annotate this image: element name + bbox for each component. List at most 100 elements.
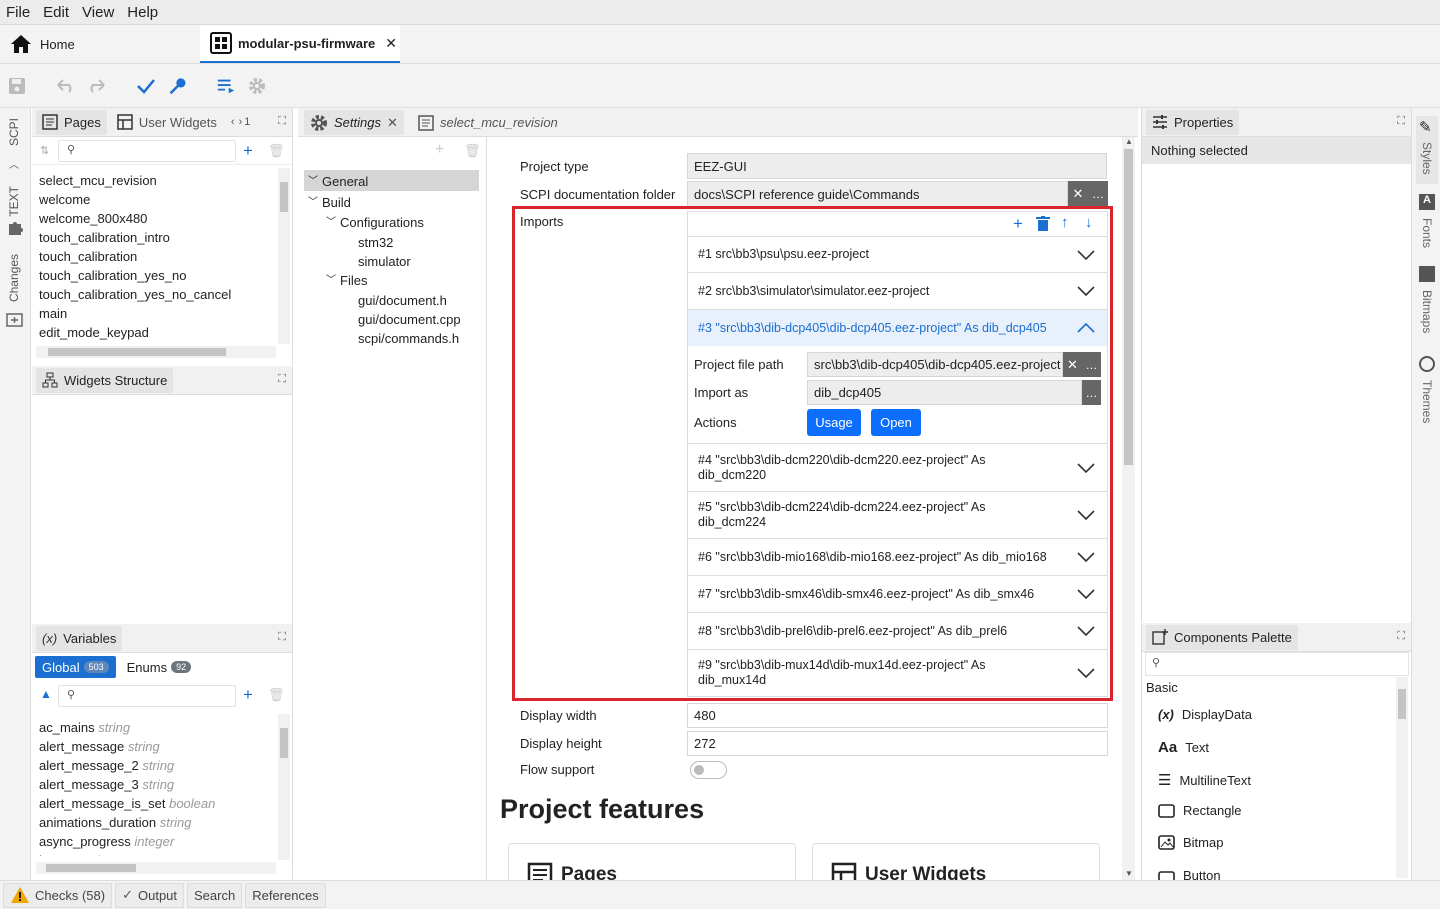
- changes-icon[interactable]: [6, 311, 26, 330]
- delete-icon[interactable]: 🗑: [268, 143, 285, 159]
- palette-item-bitmap[interactable]: Bitmap: [1158, 835, 1223, 850]
- usage-button[interactable]: Usage: [807, 409, 861, 436]
- vtab-scpi[interactable]: SCPI: [7, 118, 21, 146]
- tree-item-file[interactable]: gui/document.cpp: [358, 312, 461, 327]
- vtab-changes[interactable]: Changes: [7, 254, 21, 302]
- tab-output[interactable]: ✓ Output: [115, 882, 185, 908]
- sort-up-icon[interactable]: ▲: [40, 687, 52, 701]
- save-icon[interactable]: [7, 76, 27, 96]
- tab-user-widgets[interactable]: User Widgets: [111, 110, 223, 135]
- display-width-field[interactable]: 480: [687, 703, 1108, 728]
- add-icon[interactable]: +: [1013, 214, 1023, 234]
- list-item[interactable]: touch_calibration_yes_no: [32, 266, 280, 285]
- browse-button[interactable]: …: [1088, 181, 1108, 207]
- tab-search[interactable]: Search: [187, 882, 243, 908]
- settings-scrollbar[interactable]: ▲ ▼: [1122, 137, 1135, 880]
- clear-icon[interactable]: ✕: [1068, 181, 1088, 207]
- tree-item-general[interactable]: ﹀ General: [304, 170, 479, 191]
- close-icon[interactable]: ✕: [385, 35, 397, 52]
- tab-references[interactable]: References: [245, 882, 326, 908]
- menu-edit[interactable]: Edit: [43, 4, 69, 21]
- delete-icon[interactable]: [1036, 216, 1050, 234]
- tree-item-config[interactable]: stm32: [358, 235, 393, 250]
- search-input[interactable]: ⚲: [58, 139, 236, 162]
- tab-variables[interactable]: (x) Variables: [36, 625, 123, 651]
- maximize-icon[interactable]: ⛶: [1397, 630, 1405, 643]
- list-run-icon[interactable]: [216, 76, 236, 96]
- delete-icon[interactable]: 🗑: [268, 687, 285, 703]
- file-path-field[interactable]: src\bb3\dib-dcp405\dib-dcp405.eez-projec…: [807, 352, 1063, 377]
- puzzle-icon[interactable]: [6, 218, 24, 239]
- gear-icon[interactable]: [247, 76, 267, 96]
- browse-button[interactable]: …: [1082, 380, 1101, 405]
- chevron-up-icon[interactable]: ︿: [9, 156, 19, 171]
- menu-view[interactable]: View: [82, 4, 114, 21]
- check-icon[interactable]: [136, 76, 156, 96]
- chevron-left-icon[interactable]: ‹: [231, 116, 235, 128]
- pages-hscrollbar[interactable]: [36, 346, 276, 358]
- vtab-styles[interactable]: ✎ Styles: [1416, 116, 1438, 184]
- maximize-icon[interactable]: ⛶: [278, 373, 286, 386]
- chevron-right-icon[interactable]: ›: [239, 116, 243, 128]
- tree-item-file[interactable]: gui/document.h: [358, 293, 447, 308]
- variable-row[interactable]: async_progress integer: [32, 832, 276, 851]
- redo-icon[interactable]: [86, 76, 106, 96]
- display-height-field[interactable]: 272: [687, 731, 1108, 756]
- feature-card-user-widgets[interactable]: User Widgets: [812, 843, 1100, 880]
- list-item[interactable]: welcome_800x480: [32, 209, 280, 228]
- feature-card-pages[interactable]: Pages: [508, 843, 796, 880]
- close-icon[interactable]: ✕: [387, 115, 398, 131]
- tab-project[interactable]: modular-psu-firmware ✕: [200, 25, 400, 63]
- list-item[interactable]: main: [32, 304, 280, 323]
- variable-row[interactable]: ac_mains string: [32, 718, 276, 737]
- tab-global[interactable]: Global 503: [35, 656, 116, 678]
- tab-properties[interactable]: Properties: [1146, 109, 1240, 135]
- tab-widgets-structure[interactable]: Widgets Structure: [36, 367, 174, 393]
- maximize-icon[interactable]: ⛶: [278, 631, 286, 644]
- import-item[interactable]: #9 "src\bb3\dib-mux14d\dib-mux14d.eez-pr…: [688, 650, 1107, 696]
- clear-icon[interactable]: ✕: [1063, 352, 1082, 377]
- delete-icon[interactable]: 🗑: [464, 143, 481, 159]
- tab-pages[interactable]: Pages: [36, 109, 107, 135]
- sort-icon[interactable]: ⇅: [40, 144, 49, 157]
- menu-help[interactable]: Help: [127, 4, 158, 21]
- variable-row[interactable]: alert_message_is_set boolean: [32, 794, 276, 813]
- list-item[interactable]: select_mcu_revision: [32, 171, 280, 190]
- tree-item-file[interactable]: scpi/commands.h: [358, 331, 459, 346]
- list-item[interactable]: welcome: [32, 190, 280, 209]
- tab-settings[interactable]: Settings ✕: [304, 110, 404, 135]
- list-item[interactable]: touch_calibration: [32, 247, 280, 266]
- list-item[interactable]: touch_calibration_yes_no_cancel: [32, 285, 280, 304]
- import-item[interactable]: #8 "src\bb3\dib-prel6\dib-prel6.eez-proj…: [688, 613, 1107, 650]
- import-item[interactable]: #5 "src\bb3\dib-dcm224\dib-dcm224.eez-pr…: [688, 492, 1107, 539]
- import-item[interactable]: #4 "src\bb3\dib-dcm220\dib-dcm220.eez-pr…: [688, 444, 1107, 492]
- variable-row[interactable]: battery string: [32, 851, 276, 856]
- variable-row[interactable]: alert_message string: [32, 737, 276, 756]
- list-item[interactable]: edit_mode_keypad: [32, 323, 280, 342]
- variable-row[interactable]: animations_duration string: [32, 813, 276, 832]
- add-icon[interactable]: +: [435, 141, 444, 159]
- maximize-icon[interactable]: ⛶: [278, 115, 286, 128]
- palette-search-input[interactable]: ⚲: [1145, 652, 1409, 676]
- list-item[interactable]: touch_calibration_intro: [32, 228, 280, 247]
- tab-enums[interactable]: Enums 92: [122, 656, 196, 678]
- import-item[interactable]: #6 "src\bb3\dib-mio168\dib-mio168.eez-pr…: [688, 539, 1107, 576]
- variable-row[interactable]: alert_message_3 string: [32, 775, 276, 794]
- vtab-text[interactable]: TEXT: [7, 186, 21, 217]
- import-item[interactable]: #7 "src\bb3\dib-smx46\dib-smx46.eez-proj…: [688, 576, 1107, 613]
- import-item[interactable]: #2 src\bb3\simulator\simulator.eez-proje…: [688, 273, 1107, 310]
- variables-scrollbar[interactable]: [278, 714, 290, 860]
- move-up-icon[interactable]: ↑: [1061, 214, 1069, 231]
- tab-select-mcu-revision[interactable]: select_mcu_revision: [412, 110, 564, 135]
- tab-home[interactable]: Home: [10, 25, 200, 63]
- vtab-fonts[interactable]: A Fonts: [1416, 194, 1438, 256]
- undo-icon[interactable]: [56, 76, 76, 96]
- browse-button[interactable]: …: [1082, 352, 1101, 377]
- import-item-expanded[interactable]: #3 "src\bb3\dib-dcp405\dib-dcp405.eez-pr…: [688, 310, 1107, 346]
- vtab-bitmaps[interactable]: Bitmaps: [1416, 266, 1438, 340]
- import-as-field[interactable]: dib_dcp405: [807, 380, 1082, 405]
- maximize-icon[interactable]: ⛶: [1397, 115, 1405, 128]
- open-button[interactable]: Open: [871, 409, 921, 436]
- menu-file[interactable]: File: [6, 4, 30, 21]
- pages-scrollbar[interactable]: [278, 168, 290, 344]
